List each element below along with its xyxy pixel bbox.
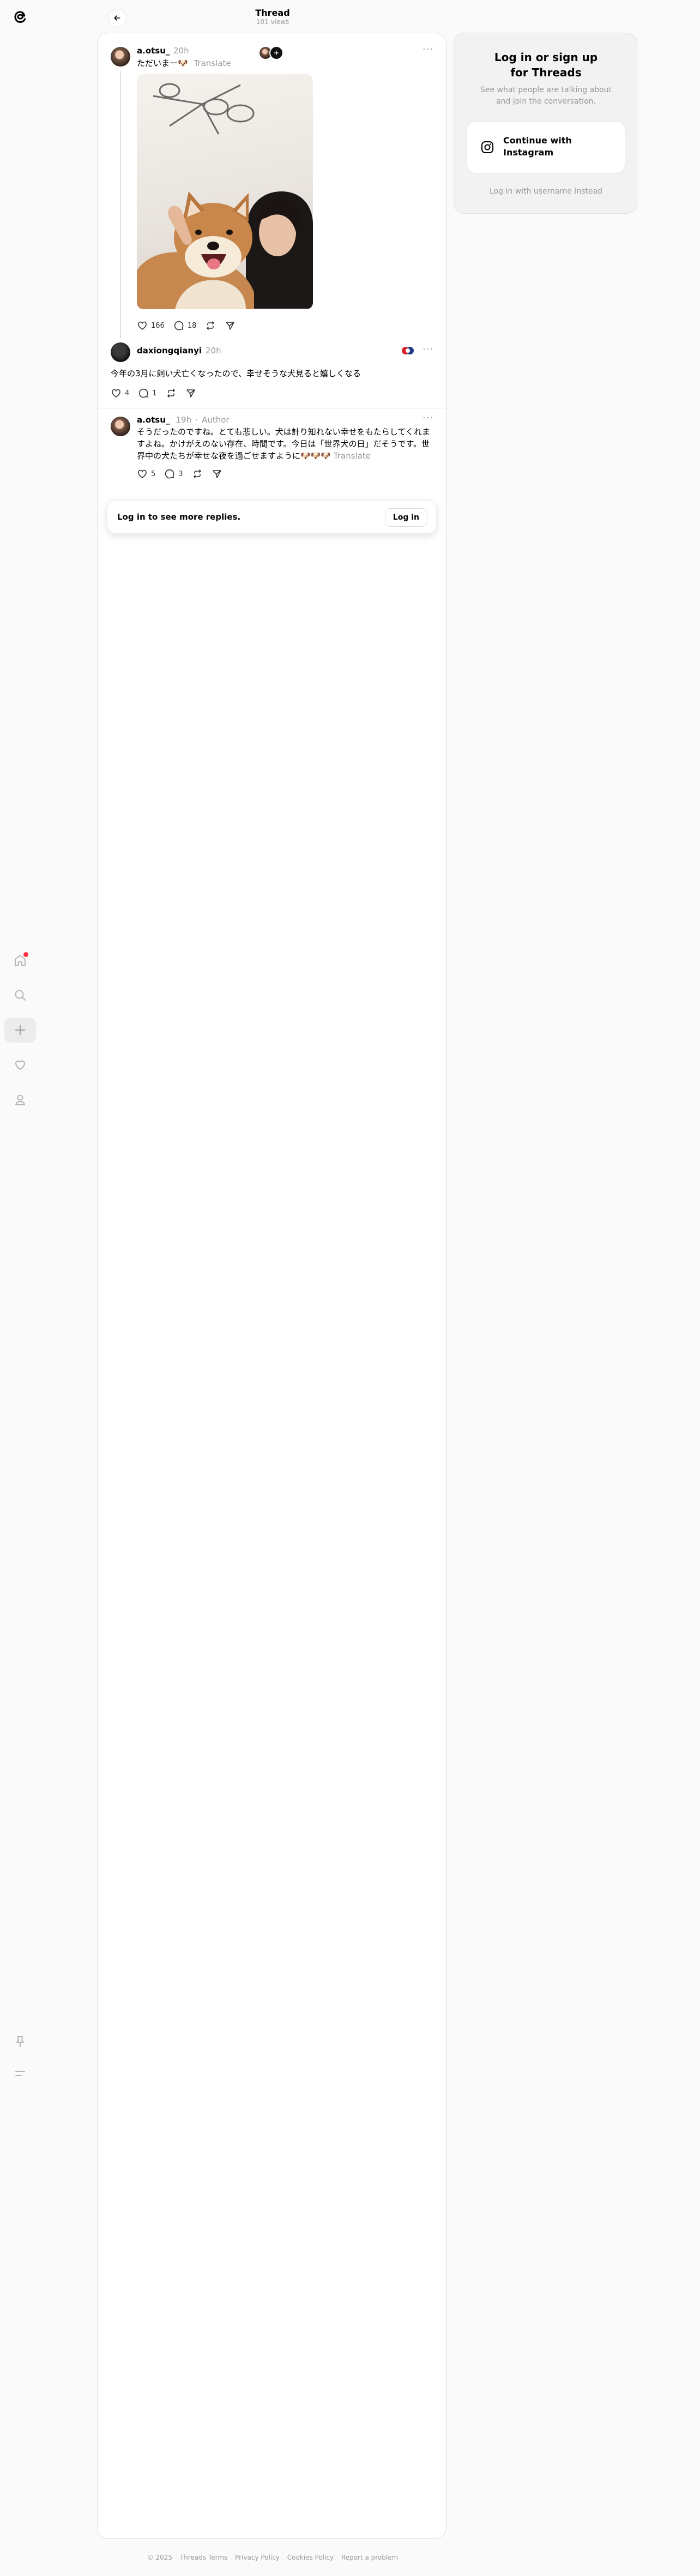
profile-icon[interactable]	[10, 1090, 31, 1110]
author-badge: Author	[202, 415, 230, 425]
reply-button[interactable]: 18	[173, 320, 197, 331]
reply-count: 1	[152, 389, 157, 398]
flag-icon	[401, 346, 414, 356]
comment-icon	[139, 388, 148, 398]
post-time: 20h	[173, 46, 189, 56]
post-text: ただいまー🐶	[137, 58, 188, 68]
like-count: 5	[151, 470, 156, 478]
footer-link-terms[interactable]: Threads Terms	[180, 2554, 227, 2561]
reply-text: そうだったのですね。とても悲しい。犬は計り知れない幸せをもたらしてくれま すよね…	[137, 427, 430, 461]
reply-time: 20h	[206, 346, 221, 356]
reply-time: 19h	[176, 415, 192, 425]
reply-button[interactable]: 1	[138, 388, 157, 399]
more-options-button[interactable]: ···	[423, 412, 433, 424]
avatar[interactable]	[111, 342, 130, 362]
repost-icon	[193, 470, 201, 478]
reply-username[interactable]: daxiongqianyi	[137, 346, 202, 356]
create-icon[interactable]	[4, 1018, 36, 1043]
repost-button[interactable]	[166, 388, 177, 399]
search-icon[interactable]	[10, 985, 31, 1006]
instagram-icon	[481, 141, 493, 153]
login-panel-title: Log in or sign up for Threads	[494, 51, 598, 79]
view-count: 101 views	[256, 18, 289, 26]
thread-card	[97, 33, 446, 2539]
send-icon	[212, 470, 221, 478]
send-icon	[186, 389, 195, 398]
heart-icon	[112, 389, 120, 398]
post-image[interactable]	[137, 74, 313, 309]
repost-icon	[207, 321, 215, 330]
reply-count: 3	[178, 470, 183, 478]
username-login-link[interactable]: Log in with username instead	[454, 187, 638, 196]
repost-icon	[167, 389, 175, 398]
more-replies-banner: Log in to see more replies. Log in	[107, 500, 437, 534]
page-title: Thread	[255, 8, 290, 18]
follow-icon[interactable]	[269, 46, 283, 60]
more-options-button[interactable]: ···	[423, 44, 433, 55]
footer: © 2025 Threads Terms Privacy Policy Cook…	[0, 2554, 545, 2561]
post-text-row: ただいまー🐶 Translate	[137, 57, 231, 69]
share-button[interactable]	[185, 388, 196, 399]
like-button[interactable]: 4	[111, 388, 129, 399]
more-replies-text: Log in to see more replies.	[117, 512, 241, 522]
comment-icon	[165, 469, 174, 479]
like-count: 4	[125, 389, 130, 398]
post-username[interactable]: a.otsu_	[137, 46, 170, 56]
heart-icon	[138, 470, 147, 478]
comment-icon	[174, 321, 184, 330]
footer-link-cookies[interactable]: Cookies Policy	[287, 2554, 334, 2561]
reply-actions: 4 1	[111, 388, 196, 399]
reply-actions: 5 3	[137, 468, 222, 479]
repost-button[interactable]	[205, 320, 216, 331]
like-button[interactable]: 166	[137, 320, 165, 331]
thread-line	[120, 71, 121, 338]
share-button[interactable]	[212, 468, 222, 479]
more-options-button[interactable]: ···	[423, 344, 433, 355]
heart-icon	[138, 321, 147, 330]
notification-badge	[23, 952, 28, 957]
login-button[interactable]: Log in	[384, 508, 427, 527]
reply-text: 今年の3月に飼い犬亡くなったので、幸せそうな犬見ると嬉しくなる	[111, 369, 361, 378]
reply-count: 18	[187, 321, 197, 330]
avatar[interactable]	[111, 417, 130, 436]
continue-with-instagram-button[interactable]: Continue with Instagram	[467, 121, 625, 173]
footer-link-report[interactable]: Report a problem	[341, 2554, 398, 2561]
repost-button[interactable]	[192, 468, 203, 479]
reply-button[interactable]: 3	[164, 468, 183, 479]
menu-icon[interactable]	[10, 2063, 31, 2084]
like-button[interactable]: 5	[137, 468, 155, 479]
footer-link-privacy[interactable]: Privacy Policy	[235, 2554, 280, 2561]
login-panel: Log in or sign up for Threads See what p…	[454, 33, 637, 214]
avatar[interactable]	[111, 47, 130, 67]
login-panel-subtitle: See what people are talking about and jo…	[480, 86, 612, 106]
send-icon	[226, 322, 235, 330]
reply-username[interactable]: a.otsu_	[137, 415, 170, 425]
home-icon[interactable]	[10, 950, 31, 971]
pin-icon[interactable]	[10, 2031, 31, 2052]
translate-link[interactable]: Translate	[194, 58, 231, 68]
like-count: 166	[151, 321, 165, 330]
share-button[interactable]	[225, 320, 236, 331]
instagram-button-label: Continue with Instagram	[503, 135, 572, 158]
translate-link[interactable]: Translate	[334, 451, 371, 461]
copyright: © 2025	[147, 2554, 173, 2561]
reply-header: a.otsu_ 19h · Author	[137, 415, 230, 425]
post-actions: 166 18	[137, 320, 236, 331]
heart-icon[interactable]	[10, 1055, 31, 1075]
